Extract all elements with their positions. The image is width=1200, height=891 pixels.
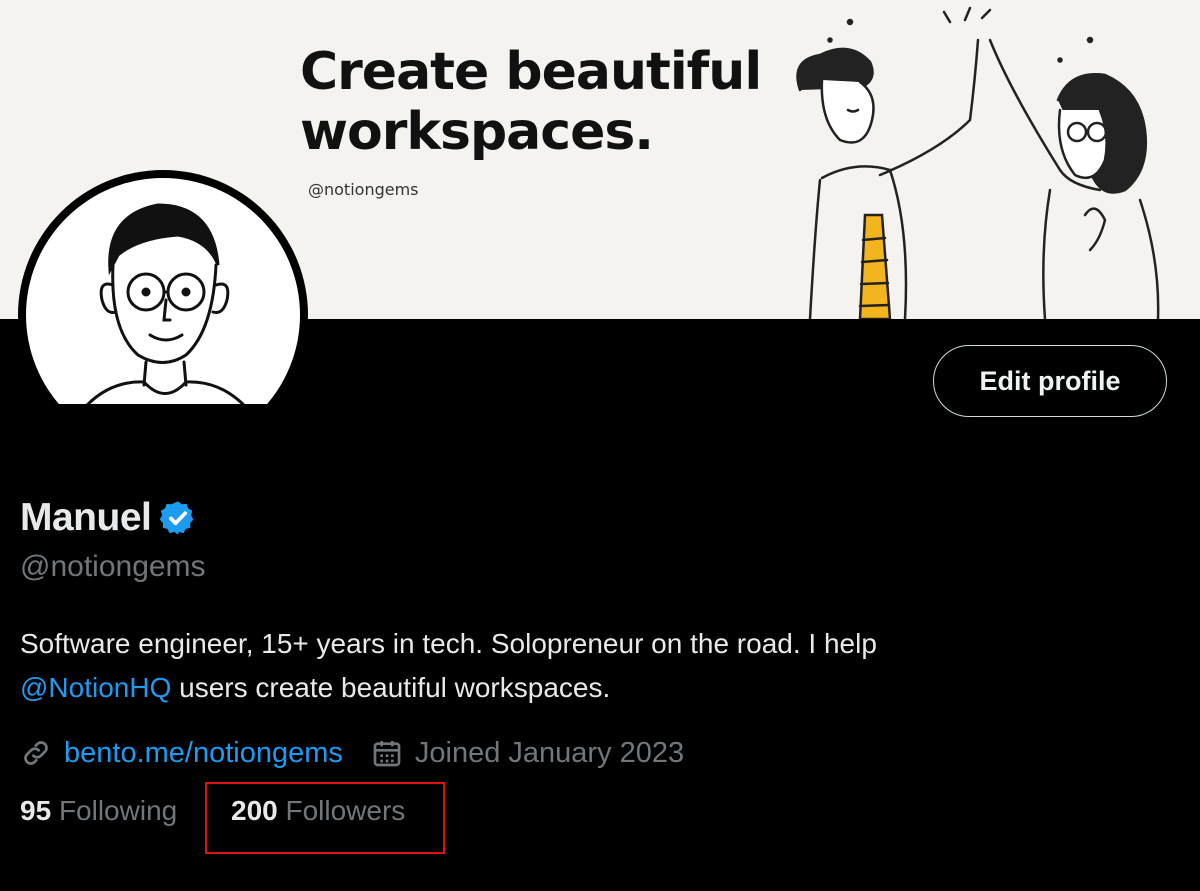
link-icon xyxy=(24,741,48,765)
joined-text: Joined January 2023 xyxy=(414,736,685,769)
display-name: Manuel xyxy=(20,496,152,539)
profile-handle: @notiongems xyxy=(20,550,206,583)
joined-date: Joined January 2023 xyxy=(371,737,684,770)
verified-badge-icon[interactable] xyxy=(159,499,197,537)
bio-text: Software engineer, 15+ years in tech. So… xyxy=(20,628,877,659)
profile-bio: Software engineer, 15+ years in tech. So… xyxy=(20,622,1120,710)
followers-count: 200 xyxy=(231,795,278,826)
banner-handle: @notiongems xyxy=(308,180,419,199)
profile-meta: bento.me/notiongems Joined January 2023 xyxy=(20,730,684,776)
avatar[interactable] xyxy=(18,170,308,404)
bio-text-after: users create beautiful workspaces. xyxy=(171,672,611,703)
edit-profile-button[interactable]: Edit profile xyxy=(933,345,1167,417)
name-row: Manuel xyxy=(20,494,197,542)
banner-headline-line1: Create beautiful xyxy=(300,42,762,102)
followers-link[interactable]: 200 Followers xyxy=(231,795,405,827)
followers-label: Followers xyxy=(285,795,406,826)
calendar-icon xyxy=(373,741,401,767)
bio-mention-link[interactable]: @NotionHQ xyxy=(20,672,171,703)
website-link[interactable]: bento.me/notiongems xyxy=(64,737,343,770)
banner-headline: Create beautiful workspaces. xyxy=(300,42,762,162)
following-label: Following xyxy=(58,795,178,826)
following-link[interactable]: 95 Following xyxy=(20,795,177,827)
high-five-illustration xyxy=(796,6,1160,319)
following-count: 95 xyxy=(20,795,52,826)
banner-headline-line2: workspaces. xyxy=(300,102,654,162)
